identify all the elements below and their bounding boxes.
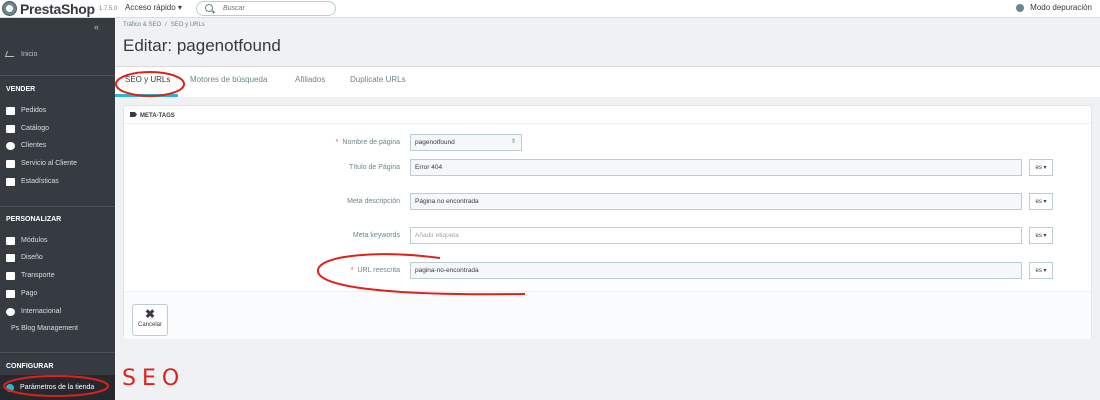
sidebar-item-label: Clientes [21, 142, 47, 149]
debug-mode-label: Modo depuración [1030, 3, 1092, 12]
sidebar-item-label: Inicio [21, 50, 38, 58]
breadcrumb-item[interactable]: Tráfico & SEO [123, 22, 161, 28]
sidebar-item-label: Módulos [21, 237, 48, 244]
sidebar-item-label: Catálogo [21, 125, 50, 132]
active-tab-indicator [115, 94, 178, 97]
sidebar-item-label: Pedidos [21, 107, 47, 114]
breadcrumb-item[interactable]: SEO y URLs [171, 22, 205, 28]
puzzle-icon [6, 236, 15, 245]
select-value: pagenotfound [415, 139, 455, 146]
debug-mode[interactable]: Modo depuración [1016, 3, 1092, 12]
store-icon [6, 124, 15, 133]
required-mark: * [335, 139, 339, 146]
globe-icon [6, 307, 15, 316]
search-input[interactable] [223, 3, 323, 14]
truck-icon [6, 271, 15, 280]
sidebar-item-label: Transporte [21, 272, 55, 279]
meta-tags-panel: META-TAGS * Nombre de página pagenotfound… [123, 105, 1092, 339]
language-dropdown[interactable]: es ▾ [1029, 193, 1053, 210]
field-label-url-reescrita: * URL reescrita [274, 267, 400, 274]
sidebar-item-pago[interactable]: Pago [6, 288, 37, 299]
url-reescrita-input[interactable]: pagina-no-encontrada [410, 262, 1022, 279]
language-dropdown[interactable]: es ▾ [1029, 227, 1053, 244]
sidebar-item-label: Pago [21, 290, 38, 297]
account-circle-icon [6, 141, 15, 150]
breadcrumb: Tráfico & SEO / SEO y URLs [123, 22, 205, 28]
required-mark: * [350, 267, 354, 274]
sidebar-item-diseno[interactable]: Diseño [6, 252, 43, 263]
field-label-nombre-pagina: * Nombre de página [274, 139, 400, 146]
top-bar: PrestaShop 1.7.5.0 Acceso rápido ▾ Modo … [0, 0, 1100, 18]
sidebar-item-label: Servicio al Cliente [21, 160, 78, 167]
field-label-titulo-pagina: Título de Página [349, 164, 400, 171]
language-dropdown[interactable]: es ▾ [1029, 262, 1053, 279]
search-box[interactable] [196, 1, 336, 16]
tab-seo-urls[interactable]: SEO y URLs [125, 75, 170, 84]
field-label-text: URL reescrita [357, 267, 400, 274]
cancel-button[interactable]: ✖ Cancelar [132, 304, 168, 336]
sidebar-item-parametros-tienda[interactable]: Parámetros de la tienda [6, 382, 94, 393]
bug-icon [1016, 3, 1025, 12]
panel-heading: META-TAGS [124, 106, 1091, 124]
panel-heading-label: META-TAGS [140, 113, 175, 119]
sidebar-item-pedidos[interactable]: Pedidos [6, 105, 46, 116]
sidebar-divider [0, 75, 115, 76]
field-label-text: Nombre de página [342, 139, 400, 146]
tab-afiliados[interactable]: Afiliados [295, 75, 325, 84]
panel-footer: ✖ Cancelar [124, 291, 1091, 339]
section-title-vender: VENDER [6, 86, 36, 93]
annotation-seo-text: SEO [122, 366, 186, 391]
sidebar-item-ps-blog[interactable]: Ps Blog Management [11, 323, 78, 334]
sidebar-item-catalogo[interactable]: Catálogo [6, 123, 49, 134]
sidebar-item-modulos[interactable]: Módulos [6, 235, 47, 246]
close-icon: ✖ [144, 307, 156, 321]
gear-icon [6, 383, 14, 392]
titulo-pagina-input[interactable]: Error 404 [410, 159, 1022, 176]
version-label: 1.7.5.0 [98, 5, 118, 12]
desktop-icon [6, 253, 15, 262]
quick-access-dropdown[interactable]: Acceso rápido ▾ [125, 3, 182, 12]
sidebar-item-label: Internacional [21, 308, 62, 315]
sidebar: « Inicio VENDER Pedidos Catálogo Cliente… [0, 18, 115, 400]
chat-icon [6, 159, 15, 168]
field-label-meta-descripcion: Meta descripción [347, 198, 400, 205]
sidebar-item-clientes[interactable]: Clientes [6, 140, 46, 151]
sidebar-item-label: Diseño [21, 254, 43, 261]
field-label-meta-keywords: Meta keywords [352, 232, 400, 239]
shopping-basket-icon [6, 106, 15, 115]
tag-icon [130, 112, 137, 117]
logo[interactable]: PrestaShop 1.7.5.0 [2, 0, 118, 17]
sidebar-item-label: Estadísticas [21, 178, 59, 185]
select-arrows-icon: ⇕ [510, 139, 516, 145]
breadcrumb-separator: / [165, 22, 167, 28]
assessment-icon [6, 177, 15, 186]
meta-descripcion-input[interactable]: Página no encontrada [410, 193, 1022, 210]
sidebar-divider [0, 206, 115, 207]
collapse-sidebar-icon[interactable]: « [94, 22, 99, 32]
sidebar-item-transporte[interactable]: Transporte [6, 270, 55, 281]
sidebar-item-label: Parámetros de la tienda [20, 384, 95, 391]
language-dropdown[interactable]: es ▾ [1029, 159, 1053, 176]
sidebar-item-estadisticas[interactable]: Estadísticas [6, 176, 59, 187]
sidebar-divider [0, 352, 115, 353]
tab-duplicate-urls[interactable]: Duplicate URLs [350, 75, 406, 84]
credit-card-icon [6, 289, 15, 298]
sidebar-item-inicio[interactable]: Inicio [4, 48, 38, 60]
nombre-pagina-select[interactable]: pagenotfound ⇕ [410, 134, 522, 151]
page-title: Editar: pagenotfound [123, 36, 281, 55]
meta-keywords-input[interactable]: Añadir etiqueta [410, 227, 1022, 244]
search-icon [205, 4, 213, 12]
sidebar-item-internacional[interactable]: Internacional [6, 306, 61, 317]
section-title-personalizar: PERSONALIZAR [6, 216, 62, 223]
sidebar-item-servicio-cliente[interactable]: Servicio al Cliente [6, 158, 77, 169]
sidebar-item-label: Ps Blog Management [11, 325, 78, 332]
tab-motores-busqueda[interactable]: Motores de búsqueda [190, 75, 267, 84]
prestashop-logo-icon [2, 1, 17, 16]
trending-up-icon [4, 51, 17, 57]
cancel-label: Cancelar [137, 322, 162, 328]
logo-text: PrestaShop [20, 0, 95, 17]
section-title-configurar: CONFIGURAR [6, 363, 54, 370]
